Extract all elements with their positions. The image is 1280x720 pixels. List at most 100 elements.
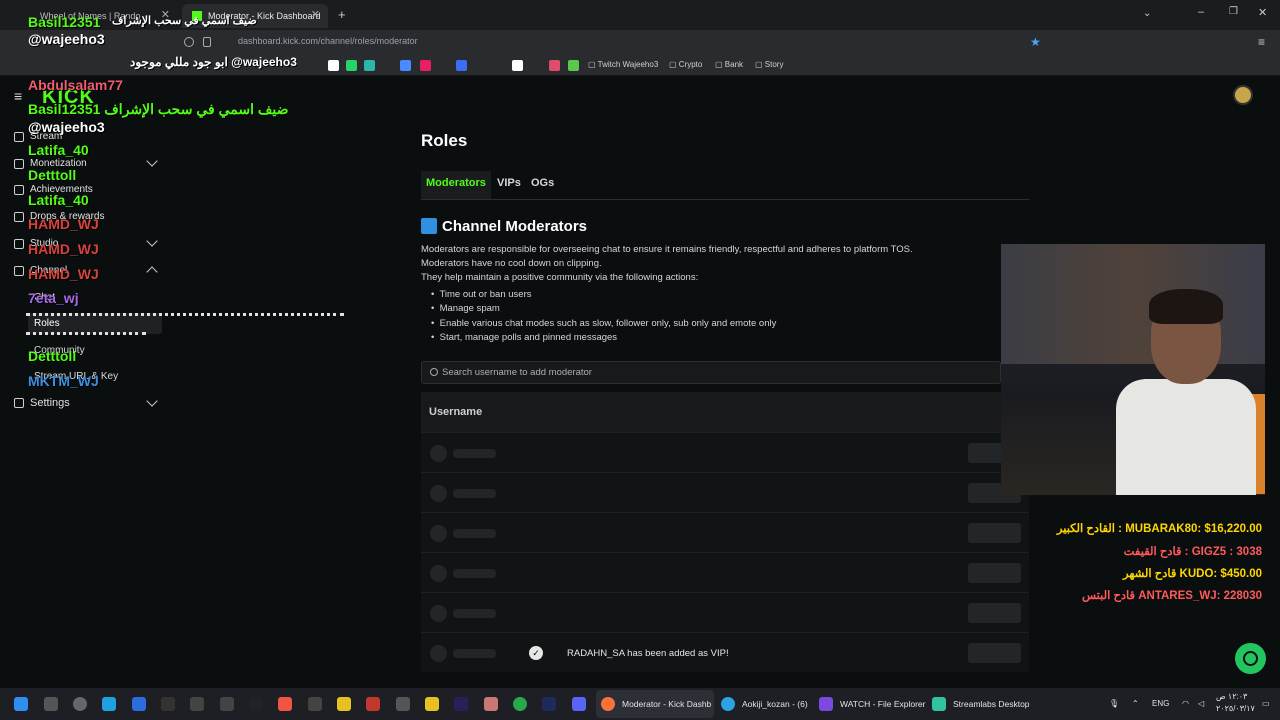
avatar-placeholder (430, 445, 447, 462)
notification-icon[interactable]: ▭ (1262, 699, 1270, 708)
donation-line: قادح القيفت : GIGZ5 : 3038 (1123, 546, 1262, 558)
microphone-icon[interactable]: 🎙 (1109, 699, 1119, 708)
pinterest-icon[interactable] (549, 60, 560, 71)
app-icon[interactable] (220, 697, 234, 711)
telegram-icon[interactable] (721, 697, 735, 711)
maximize-icon[interactable]: ❐ (1229, 6, 1238, 17)
taskbar-app-label[interactable]: WATCH - File Explorer (840, 699, 925, 709)
moderator-sword-icon (421, 218, 437, 234)
bookmark-label: Story (764, 60, 784, 69)
bookmark-story[interactable]: ▢ Story (755, 60, 783, 69)
toast-notification: ✓ RADAHN_SA has been added as VIP! (529, 646, 729, 660)
action-item: • Manage spam (431, 303, 500, 314)
app-icon[interactable] (161, 697, 175, 711)
app-icon[interactable] (308, 697, 322, 711)
windows-taskbar: Moderator - Kick Dashb Aokiji_kozan - (6… (0, 688, 1280, 720)
app-icon[interactable] (512, 60, 523, 71)
webcam-background (1001, 244, 1265, 364)
app-icon[interactable] (484, 697, 498, 711)
clock-time[interactable]: ١٢:٠٣ ص (1216, 692, 1247, 701)
app-icon[interactable] (568, 60, 579, 71)
premiere-icon[interactable] (454, 697, 468, 711)
chat-overlay-line: ابو جود مللي موجود @wajeeho3 (130, 55, 297, 69)
volume-icon[interactable]: ◁ (1198, 699, 1204, 708)
action-item: • Enable various chat modes such as slow… (431, 318, 777, 329)
chat-overlay-line: Basil12351 (28, 14, 101, 30)
toast-text: RADAHN_SA has been added as VIP! (567, 647, 729, 659)
tab-moderators[interactable]: Moderators (421, 171, 491, 199)
window-close-icon[interactable]: ✕ (1258, 6, 1267, 19)
calculator-icon[interactable] (132, 697, 146, 711)
chevron-up-icon[interactable]: ⌃ (1132, 699, 1139, 708)
chat-overlay-arrows (26, 332, 146, 338)
column-username: Username (429, 406, 483, 418)
donation-line: قادح البتس ANTARES_WJ: 228030 (1081, 590, 1262, 602)
sidebar-item-settings[interactable]: Settings (14, 397, 70, 409)
app-icon[interactable] (73, 697, 87, 711)
table-row (421, 512, 1029, 552)
chat-overlay-line: Detttoll (28, 167, 77, 183)
search-input[interactable] (442, 362, 1002, 383)
app-icon[interactable] (278, 697, 292, 711)
stream-icon (14, 131, 24, 142)
x-icon[interactable] (328, 60, 339, 71)
avatar[interactable] (1233, 85, 1253, 105)
lock-icon[interactable] (203, 37, 211, 47)
hamburger-menu-icon[interactable]: ≡ (14, 88, 22, 104)
tab-vips[interactable]: VIPs (492, 177, 526, 199)
shield-icon[interactable] (184, 37, 194, 47)
tab-ogs[interactable]: OGs (526, 177, 559, 199)
app-icon[interactable] (819, 697, 833, 711)
app-icon[interactable] (190, 697, 204, 711)
help-chat-button[interactable] (1235, 643, 1266, 674)
app-icon[interactable] (420, 60, 431, 71)
bookmark-twitch[interactable]: ▢ Twitch Wajeeho3 (588, 60, 658, 69)
chat-overlay-line: Latifa_40 (28, 192, 89, 208)
table-header: Username (421, 392, 1001, 432)
chat-overlay-line: 7eta_wj (28, 290, 79, 306)
wifi-icon[interactable]: ◠ (1182, 699, 1189, 708)
discord-icon[interactable] (572, 697, 586, 711)
trophy-icon (14, 184, 24, 195)
app-icon[interactable] (337, 697, 351, 711)
app-icon[interactable] (44, 697, 58, 711)
photoshop-icon[interactable] (542, 697, 556, 711)
url-text[interactable]: dashboard.kick.com/channel/roles/moderat… (238, 36, 418, 46)
app-icon[interactable] (364, 60, 375, 71)
new-tab-icon[interactable]: + (338, 7, 346, 22)
app-icon[interactable] (425, 697, 439, 711)
bookmark-star-icon[interactable]: ★ (1030, 35, 1041, 49)
whatsapp-icon[interactable] (346, 60, 357, 71)
bookmark-crypto[interactable]: ▢ Crypto (669, 60, 702, 69)
page-title: Roles (421, 131, 468, 150)
clock-date[interactable]: ٢٠٢٥/٠٣/١٧ (1216, 704, 1255, 713)
app-icon[interactable] (102, 697, 116, 711)
menu-icon[interactable]: ≡ (1258, 35, 1265, 49)
close-icon[interactable]: ✕ (311, 8, 320, 21)
taskbar-app-label[interactable]: Aokiji_kozan - (6) (742, 699, 808, 709)
action-text: Start, manage polls and pinned messages (439, 332, 618, 343)
taskbar-app-label[interactable]: Streamlabs Desktop (953, 699, 1030, 709)
description-line: Moderators have no cool down on clipping… (421, 258, 602, 269)
bookmark-label: Crypto (678, 60, 703, 69)
minimize-icon[interactable]: – (1198, 6, 1204, 18)
name-placeholder (453, 569, 496, 578)
chat-overlay-line: MKTM_WJ (28, 373, 99, 389)
app-icon[interactable] (400, 60, 411, 71)
checkmark-icon: ✓ (529, 646, 543, 660)
streamlabs-icon[interactable] (932, 697, 946, 711)
address-bar: dashboard.kick.com/channel/roles/moderat… (0, 30, 1280, 56)
app-icon[interactable] (396, 697, 410, 711)
tab-list-icon[interactable]: ⌄ (1143, 8, 1151, 19)
name-placeholder (453, 529, 496, 538)
app-icon[interactable] (456, 60, 467, 71)
avatar-placeholder (430, 605, 447, 622)
app-icon[interactable] (513, 697, 527, 711)
bookmark-bank[interactable]: ▢ Bank (715, 60, 743, 69)
windows-start-icon[interactable] (14, 697, 28, 711)
avatar-placeholder (430, 565, 447, 582)
illustrator-icon[interactable] (366, 697, 380, 711)
app-icon[interactable] (249, 697, 263, 711)
language-indicator[interactable]: ENG (1152, 699, 1169, 708)
action-text: Manage spam (439, 303, 500, 314)
